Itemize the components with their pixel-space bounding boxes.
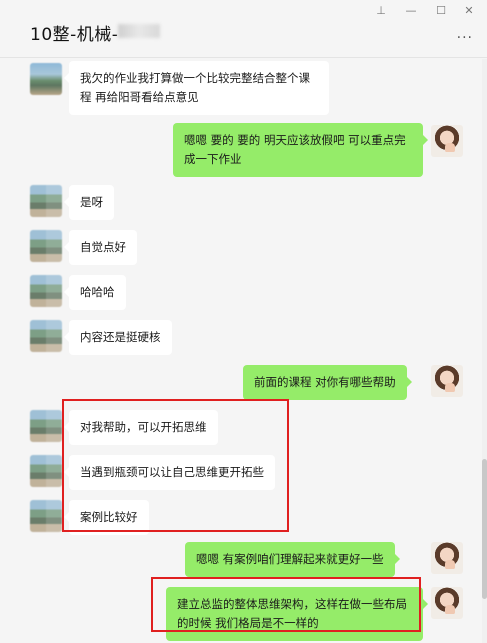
redacted-name-blur <box>118 24 160 38</box>
maximize-icon[interactable]: ☐ <box>431 4 451 17</box>
message-bubble-incoming[interactable]: 自觉点好 <box>64 230 137 265</box>
contact-avatar[interactable] <box>30 63 62 95</box>
message-bubble-incoming[interactable]: 是呀 <box>64 185 114 220</box>
contact-avatar[interactable] <box>30 500 62 532</box>
my-avatar[interactable] <box>431 587 463 619</box>
message-bubble-incoming[interactable]: 我欠的作业我打算做一个比较完整结合整个课程 再给阳哥看给点意见 <box>64 61 329 115</box>
my-avatar[interactable] <box>431 125 463 157</box>
pin-icon[interactable]: ⊥ <box>371 4 391 17</box>
message-bubble-outgoing[interactable]: 嗯嗯 要的 要的 明天应该放假吧 可以重点完成一下作业 <box>173 123 428 177</box>
my-avatar[interactable] <box>431 542 463 574</box>
message-bubble-outgoing[interactable]: 前面的课程 对你有哪些帮助 <box>243 365 412 400</box>
more-options-icon[interactable]: ··· <box>457 30 473 46</box>
message-bubble-incoming[interactable]: 案例比较好 <box>64 500 149 535</box>
scrollbar[interactable] <box>482 59 487 643</box>
message-bubble-incoming[interactable]: 内容还是挺硬核 <box>64 320 172 355</box>
close-icon[interactable]: ✕ <box>459 4 479 17</box>
chat-title: 10整-机械- <box>30 25 119 45</box>
contact-avatar[interactable] <box>30 275 62 307</box>
minimize-icon[interactable]: — <box>401 4 421 17</box>
contact-avatar[interactable] <box>30 185 62 217</box>
message-bubble-outgoing[interactable]: 嗯嗯 有案例咱们理解起来就更好一些 <box>185 542 400 577</box>
contact-avatar[interactable] <box>30 455 62 487</box>
message-bubble-outgoing[interactable]: 建立总监的整体思维架构，这样在做一些布局的时候 我们格局是不一样的 <box>166 587 428 641</box>
contact-avatar[interactable] <box>30 320 62 352</box>
message-bubble-incoming[interactable]: 对我帮助，可以开拓思维 <box>64 410 218 445</box>
title-bar: 10整-机械- ⊥ — ☐ ✕ ··· <box>0 0 487 58</box>
my-avatar[interactable] <box>431 365 463 397</box>
scroll-thumb[interactable] <box>482 459 487 599</box>
message-list: 我欠的作业我打算做一个比较完整结合整个课程 再给阳哥看给点意见 嗯嗯 要的 要的… <box>0 59 481 643</box>
contact-avatar[interactable] <box>30 230 62 262</box>
message-bubble-incoming[interactable]: 当遇到瓶颈可以让自己思维更开拓些 <box>64 455 275 490</box>
message-bubble-incoming[interactable]: 哈哈哈 <box>64 275 126 310</box>
contact-avatar[interactable] <box>30 410 62 442</box>
